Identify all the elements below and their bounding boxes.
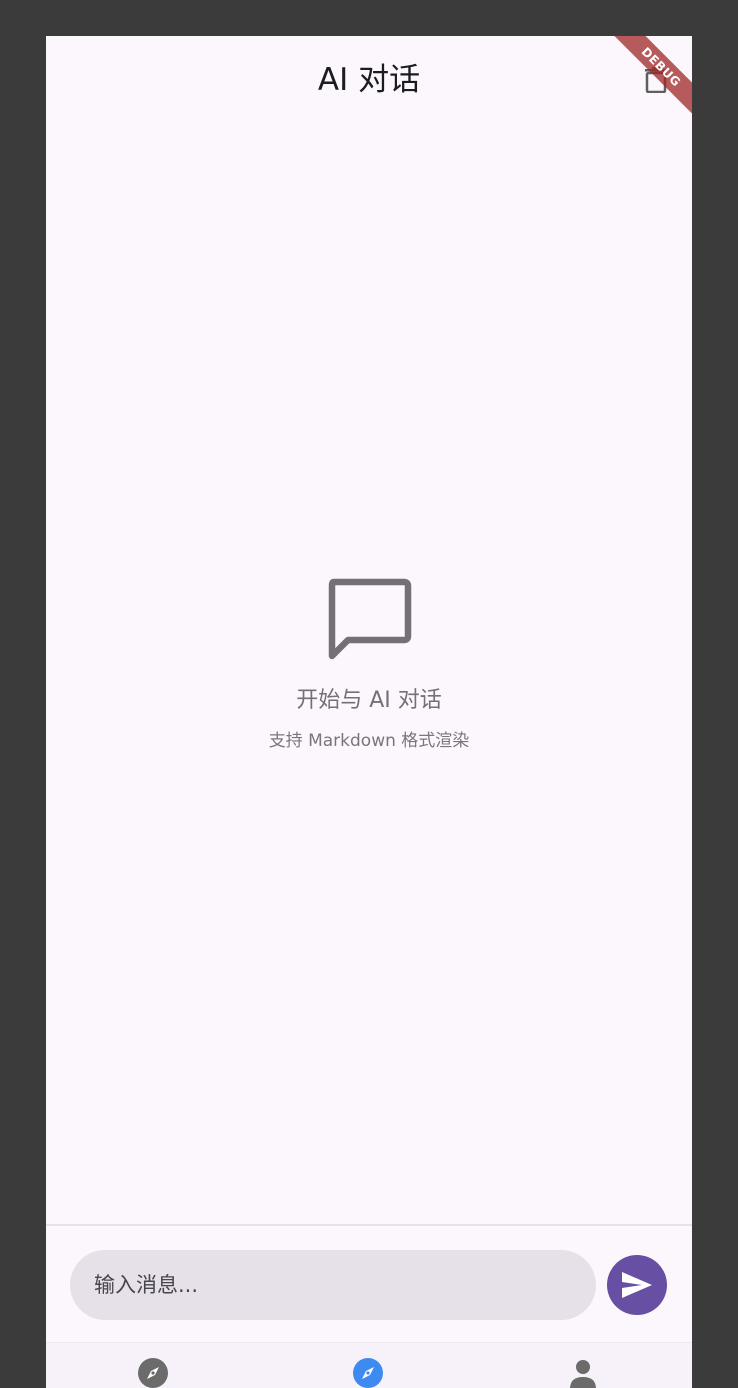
send-icon	[622, 1272, 652, 1298]
nav-item-profile[interactable]	[567, 1357, 599, 1388]
compass-icon	[138, 1358, 168, 1388]
page-title: AI 对话	[317, 62, 421, 98]
send-button[interactable]	[607, 1255, 667, 1315]
empty-state-subtitle: 支持 Markdown 格式渲染	[268, 731, 470, 751]
compass-icon	[353, 1358, 383, 1388]
person-icon	[570, 1360, 596, 1388]
app-bar: AI 对话	[46, 36, 692, 124]
delete-button[interactable]	[640, 64, 672, 96]
empty-state-title: 开始与 AI 对话	[296, 688, 442, 713]
empty-state: 开始与 AI 对话 支持 Markdown 格式渲染	[46, 576, 692, 752]
chat-bubble-outline-icon	[328, 578, 412, 660]
delete-icon	[645, 67, 667, 93]
nav-item-chat[interactable]	[352, 1357, 384, 1388]
nav-item-discover[interactable]	[137, 1357, 169, 1388]
message-input[interactable]	[70, 1250, 596, 1320]
message-composer	[46, 1226, 692, 1342]
app-screen: AI 对话 DEBUG 开始与 AI 对话 支持 Markdown 格式渲染	[46, 36, 692, 1388]
bottom-navigation	[46, 1342, 692, 1388]
